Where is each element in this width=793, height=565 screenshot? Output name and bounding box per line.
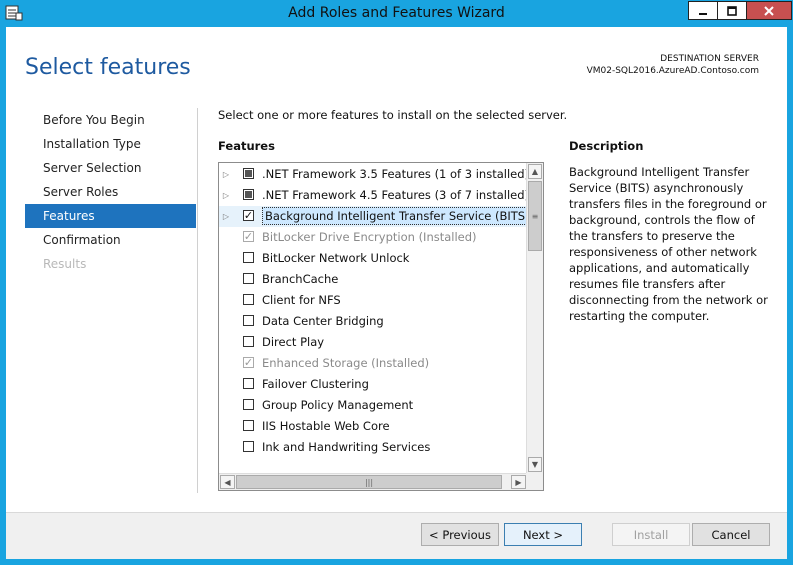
destination-server-value: VM02-SQL2016.AzureAD.Contoso.com (586, 66, 759, 76)
feature-label: IIS Hostable Web Core (262, 419, 390, 433)
feature-checkbox[interactable] (243, 315, 254, 326)
feature-label: BitLocker Network Unlock (262, 251, 410, 265)
minimize-button[interactable] (688, 1, 718, 20)
feature-row[interactable]: BitLocker Network Unlock (219, 248, 527, 269)
feature-label: .NET Framework 4.5 Features (3 of 7 inst… (262, 188, 527, 202)
wizard-client-area: Select features DESTINATION SERVER VM02-… (6, 27, 787, 559)
feature-row[interactable]: Data Center Bridging (219, 311, 527, 332)
feature-label: Ink and Handwriting Services (262, 440, 431, 454)
close-icon (764, 5, 774, 16)
feature-checkbox[interactable] (243, 168, 254, 179)
title-bar: Add Roles and Features Wizard (0, 0, 793, 27)
vertical-scroll-thumb[interactable]: ≡ (528, 181, 542, 251)
nav-item-confirmation[interactable]: Confirmation (25, 228, 196, 252)
minimize-icon (699, 12, 707, 15)
feature-row[interactable]: Group Policy Management (219, 395, 527, 416)
grip-icon: ≡ (531, 211, 539, 221)
feature-checkbox: ✓ (243, 357, 254, 368)
feature-row[interactable]: Failover Clustering (219, 374, 527, 395)
feature-label: Background Intelligent Transfer Service … (262, 207, 527, 225)
feature-row[interactable]: BranchCache (219, 269, 527, 290)
feature-row[interactable]: ✓ Enhanced Storage (Installed) (219, 353, 527, 374)
features-heading: Features (218, 139, 275, 153)
nav-item-features[interactable]: Features (25, 204, 196, 228)
feature-checkbox[interactable] (243, 273, 254, 284)
cancel-button[interactable]: Cancel (692, 523, 770, 546)
checkmark-icon: ✓ (243, 208, 254, 222)
feature-row[interactable]: ▷ .NET Framework 4.5 Features (3 of 7 ins… (219, 185, 527, 206)
chevron-down-icon: ▼ (531, 460, 539, 469)
nav-item-results: Results (43, 257, 87, 271)
checkmark-icon: ✓ (243, 355, 254, 369)
feature-checkbox[interactable] (243, 378, 254, 389)
previous-button[interactable]: < Previous (421, 523, 499, 546)
feature-row[interactable]: ▷ .NET Framework 3.5 Features (1 of 3 ins… (219, 164, 527, 185)
expand-arrow-icon[interactable]: ▷ (221, 211, 231, 221)
wizard-footer: < Previous Next > Install Cancel (6, 513, 787, 559)
feature-checkbox[interactable] (243, 420, 254, 431)
nav-item-server-roles[interactable]: Server Roles (25, 180, 196, 204)
feature-row[interactable]: ✓ BitLocker Drive Encryption (Installed) (219, 227, 527, 248)
grip-icon: ||| (364, 477, 374, 487)
nav-item-server-selection[interactable]: Server Selection (25, 156, 196, 180)
nav-item-before-you-begin[interactable]: Before You Begin (25, 108, 196, 132)
feature-row[interactable]: IIS Hostable Web Core (219, 416, 527, 437)
window-title: Add Roles and Features Wizard (288, 5, 505, 21)
feature-label: Direct Play (262, 335, 325, 349)
expand-arrow-icon[interactable]: ▷ (221, 169, 231, 179)
partial-check-icon (245, 170, 252, 177)
next-button[interactable]: Next > (504, 523, 582, 546)
feature-label: Group Policy Management (262, 398, 414, 412)
feature-checkbox[interactable] (243, 399, 254, 410)
scroll-left-button[interactable]: ◀ (220, 475, 235, 489)
feature-label: Data Center Bridging (262, 314, 384, 328)
feature-row[interactable]: Direct Play (219, 332, 527, 353)
feature-checkbox: ✓ (243, 231, 254, 242)
feature-label: BranchCache (262, 272, 339, 286)
horizontal-scrollbar[interactable]: ◀ ||| ▶ (219, 473, 527, 490)
destination-server-label: DESTINATION SERVER (660, 54, 759, 64)
wizard-steps-nav: Before You Begin Installation Type Serve… (25, 108, 196, 276)
close-button[interactable] (746, 1, 792, 20)
feature-row[interactable]: Client for NFS (219, 290, 527, 311)
checkmark-icon: ✓ (243, 229, 254, 243)
horizontal-scroll-thumb[interactable]: ||| (236, 475, 502, 489)
chevron-up-icon: ▲ (531, 167, 539, 176)
nav-divider (197, 108, 198, 493)
description-text: Background Intelligent Transfer Service … (569, 165, 768, 323)
features-tree[interactable]: ▷ .NET Framework 3.5 Features (1 of 3 ins… (218, 162, 544, 491)
instruction-text: Select one or more features to install o… (218, 108, 568, 122)
feature-checkbox[interactable] (243, 441, 254, 452)
features-list: ▷ .NET Framework 3.5 Features (1 of 3 ins… (219, 163, 527, 473)
partial-check-icon (245, 191, 252, 198)
feature-label: .NET Framework 3.5 Features (1 of 3 inst… (262, 167, 527, 181)
maximize-icon (727, 5, 737, 16)
chevron-right-icon: ▶ (515, 477, 522, 487)
feature-row[interactable]: Ink and Handwriting Services (219, 437, 527, 458)
install-button: Install (612, 523, 690, 546)
window-bottom-border (0, 559, 793, 565)
scroll-right-button[interactable]: ▶ (511, 475, 526, 489)
feature-row[interactable]: ▷ ✓ Background Intelligent Transfer Servic… (219, 206, 527, 227)
scroll-down-button[interactable]: ▼ (528, 457, 542, 472)
feature-checkbox[interactable] (243, 336, 254, 347)
feature-checkbox[interactable] (243, 189, 254, 200)
maximize-button[interactable] (717, 1, 747, 20)
feature-checkbox[interactable] (243, 294, 254, 305)
page-title: Select features (25, 55, 191, 80)
scroll-up-button[interactable]: ▲ (528, 164, 542, 179)
expand-arrow-icon[interactable]: ▷ (221, 190, 231, 200)
scrollbar-corner (526, 473, 543, 490)
feature-label: Failover Clustering (262, 377, 369, 391)
chevron-left-icon: ◀ (224, 477, 231, 487)
description-heading: Description (569, 139, 644, 153)
feature-label: Enhanced Storage (Installed) (262, 356, 430, 370)
feature-checkbox[interactable] (243, 252, 254, 263)
nav-item-installation-type[interactable]: Installation Type (25, 132, 196, 156)
feature-label: Client for NFS (262, 293, 341, 307)
feature-label: BitLocker Drive Encryption (Installed) (262, 230, 477, 244)
feature-checkbox[interactable]: ✓ (243, 210, 254, 221)
vertical-scrollbar[interactable]: ▲ ≡ ▼ (526, 163, 543, 473)
